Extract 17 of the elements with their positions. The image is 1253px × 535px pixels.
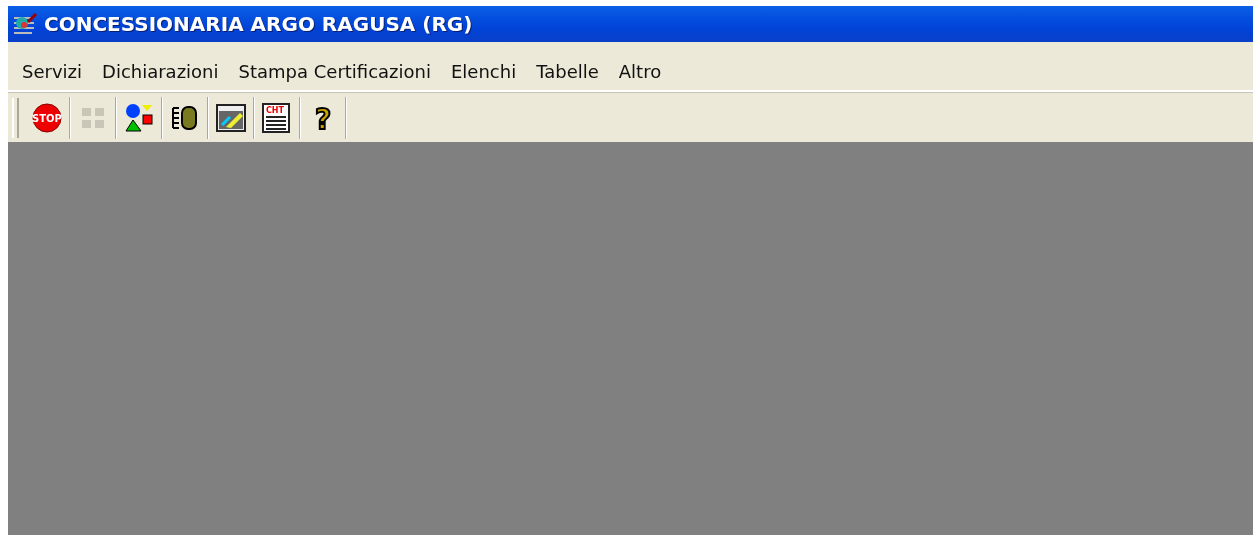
toolbar-button[interactable]: ? — [301, 95, 345, 140]
toolbar-button[interactable]: STOP — [25, 95, 69, 140]
menu-item[interactable]: Elenchi — [441, 60, 527, 82]
toolbar-button[interactable]: CHT — [255, 95, 299, 140]
shapes-icon — [124, 102, 154, 133]
menu-item[interactable]: Dichiarazioni — [92, 60, 229, 82]
toolbar-grip[interactable] — [12, 97, 19, 138]
help-icon: ? — [310, 102, 336, 133]
picture-icon — [216, 102, 246, 133]
menu-item[interactable]: Stampa Certificazioni — [228, 60, 441, 82]
menu-item[interactable]: Altro — [608, 60, 672, 82]
menu-item[interactable]: Servizi — [12, 60, 92, 82]
window-title: CONCESSIONARIA ARGO RAGUSA (RG) — [44, 12, 473, 36]
stop-sign-icon: STOP — [32, 102, 62, 133]
menu-item[interactable]: Tabelle — [526, 60, 609, 82]
app-logo-icon — [12, 12, 38, 36]
printer-icon: CHT — [262, 102, 292, 133]
